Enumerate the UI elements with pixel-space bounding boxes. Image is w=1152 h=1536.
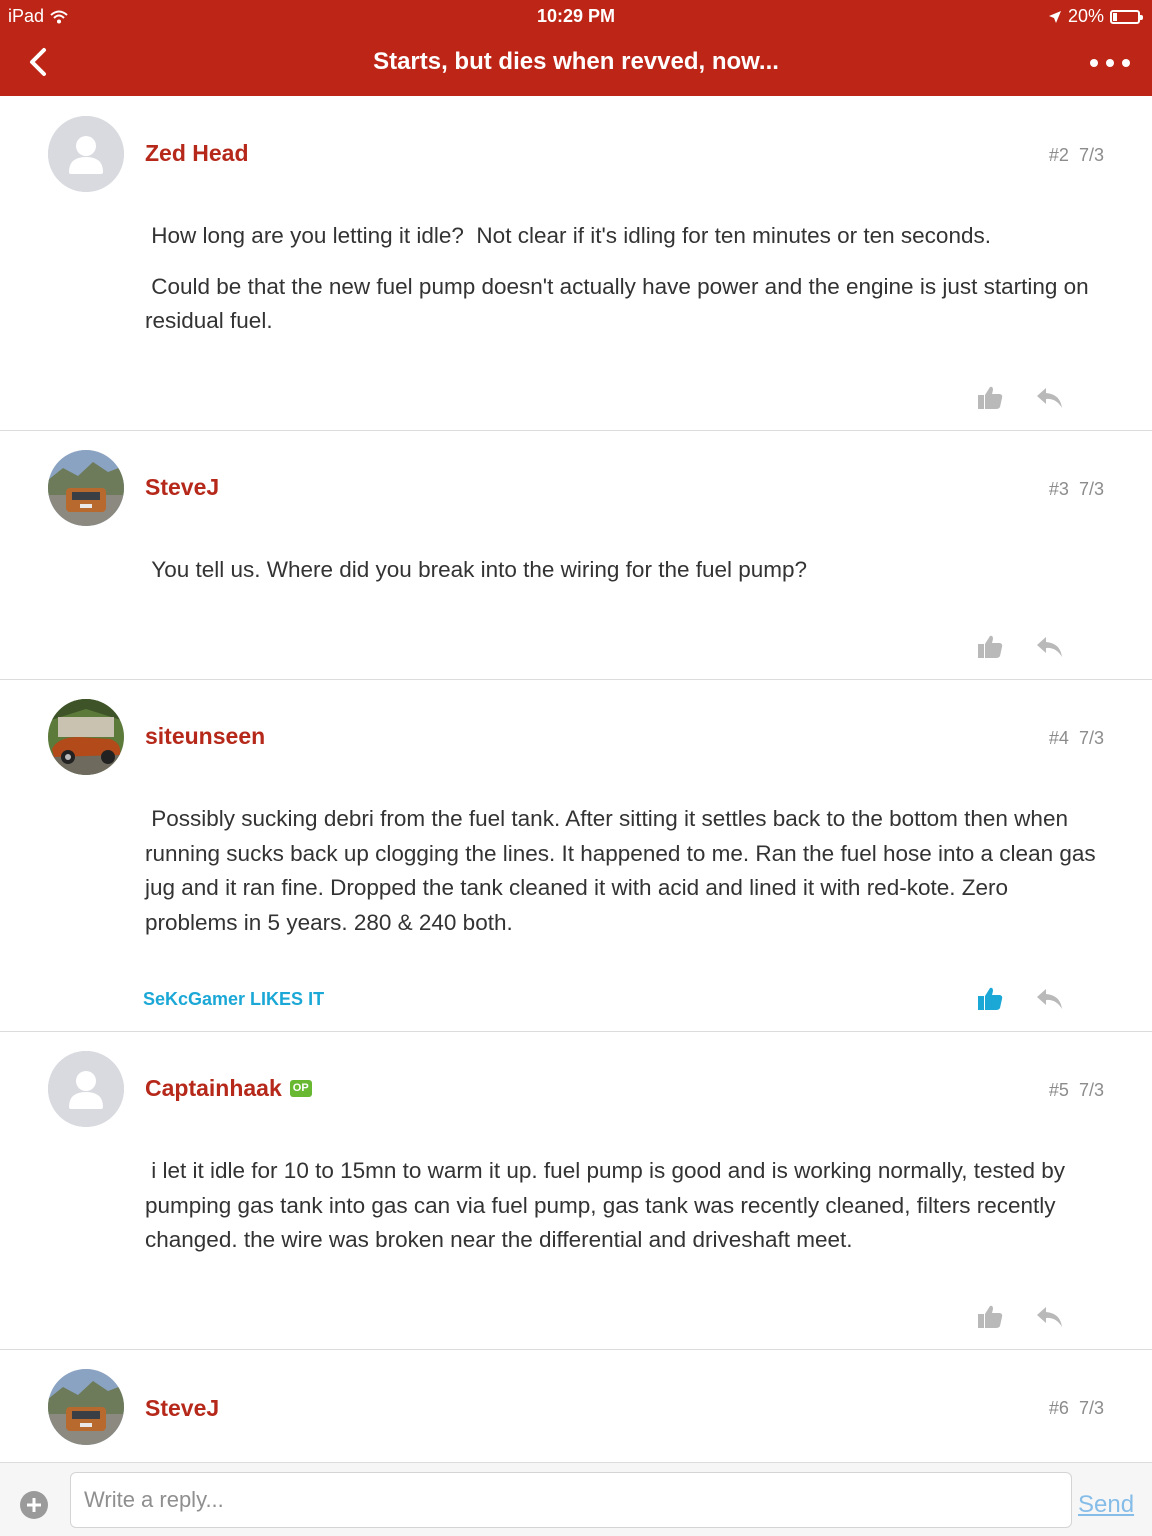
dot-icon: [1106, 59, 1114, 67]
post-body: i let it idle for 10 to 15mn to warm it …: [145, 1154, 1105, 1274]
post-paragraph: How long are you letting it idle? Not cl…: [145, 223, 991, 248]
author-name[interactable]: SteveJ: [145, 1395, 219, 1422]
avatar[interactable]: [48, 116, 124, 192]
user-photo-icon: [48, 450, 124, 526]
reply-arrow-icon: [1037, 388, 1062, 408]
reply-arrow-icon: [1037, 989, 1062, 1009]
likes-summary[interactable]: SeKcGamer LIKES IT: [143, 989, 324, 1010]
post-author[interactable]: siteunseen: [145, 723, 265, 750]
author-name[interactable]: Zed Head: [145, 140, 249, 167]
op-badge: OP: [289, 1080, 312, 1097]
post-meta: #2 7/3: [1049, 145, 1104, 166]
default-user-icon: [48, 116, 124, 192]
post-author[interactable]: SteveJ: [145, 474, 219, 501]
post-paragraph: i let it idle for 10 to 15mn to warm it …: [145, 1158, 1066, 1252]
more-options-button[interactable]: [1090, 48, 1130, 78]
avatar[interactable]: [48, 1051, 124, 1127]
post-paragraph: Possibly sucking debri from the fuel tan…: [145, 806, 1096, 935]
avatar[interactable]: [48, 450, 124, 526]
post-author[interactable]: SteveJ: [145, 1395, 219, 1422]
author-name[interactable]: siteunseen: [145, 723, 265, 750]
post-date: 7/3: [1078, 1080, 1104, 1100]
reply-button[interactable]: [1034, 1303, 1066, 1331]
reply-arrow-icon: [1037, 1307, 1062, 1327]
post-item: SteveJ #3 7/3 You tell us. Where did you…: [0, 431, 1152, 680]
dot-icon: [1122, 59, 1130, 67]
post-number: #2: [1048, 145, 1069, 165]
thumbs-up-icon: [978, 386, 1003, 409]
post-body: How long are you letting it idle? Not cl…: [145, 219, 1105, 355]
reply-arrow-icon: [1037, 637, 1062, 657]
default-user-icon: [48, 1051, 124, 1127]
top-bar: iPad 10:29 PM 20% Starts, but dies when …: [0, 0, 1152, 96]
thumbs-up-icon: [978, 635, 1003, 658]
post-item: Zed Head #2 7/3 How long are you letting…: [0, 97, 1152, 431]
thread-title: Starts, but dies when revved, now...: [373, 48, 779, 75]
post-author[interactable]: Zed Head: [145, 140, 249, 167]
post-meta: #3 7/3: [1049, 479, 1104, 500]
post-date: 7/3: [1078, 1398, 1104, 1418]
send-button[interactable]: Send: [1078, 1491, 1134, 1519]
thumbs-up-icon: [978, 987, 1003, 1010]
battery-icon: [1110, 9, 1143, 24]
attach-button[interactable]: [19, 1490, 49, 1520]
post-meta: #6 7/3: [1049, 1398, 1104, 1419]
avatar[interactable]: [48, 699, 124, 775]
post-number: #4: [1048, 728, 1069, 748]
like-button[interactable]: [974, 384, 1006, 412]
status-time: 10:29 PM: [536, 6, 616, 26]
post-body: Possibly sucking debri from the fuel tan…: [145, 802, 1105, 956]
like-button[interactable]: [974, 633, 1006, 661]
post-item: Captainhaak OP #5 7/3 i let it idle for …: [0, 1032, 1152, 1350]
location-arrow-icon: [1048, 10, 1061, 23]
post-number: #3: [1048, 479, 1069, 499]
post-date: 7/3: [1078, 145, 1104, 165]
post-date: 7/3: [1078, 479, 1104, 499]
battery-percent: 20%: [1067, 6, 1104, 26]
reply-bar: Send: [0, 1462, 1152, 1536]
reply-input[interactable]: [70, 1472, 1072, 1528]
plus-circle-icon: [20, 1491, 48, 1519]
post-paragraph: You tell us. Where did you break into th…: [145, 557, 808, 582]
status-bar: iPad 10:29 PM 20%: [0, 0, 1152, 32]
post-item: siteunseen #4 7/3 Possibly sucking debri…: [0, 680, 1152, 1032]
post-meta: #4 7/3: [1049, 728, 1104, 749]
user-photo-icon: [48, 1369, 124, 1445]
thumbs-up-icon: [978, 1305, 1003, 1328]
status-right: 20%: [1048, 6, 1143, 27]
post-date: 7/3: [1078, 728, 1104, 748]
post-number: #6: [1048, 1398, 1069, 1418]
post-paragraph: Could be that the new fuel pump doesn't …: [145, 273, 1089, 334]
post-item: SteveJ #6 7/3: [0, 1350, 1152, 1462]
post-author[interactable]: Captainhaak OP: [145, 1075, 312, 1102]
author-name[interactable]: Captainhaak: [145, 1075, 282, 1102]
like-button[interactable]: [974, 985, 1006, 1013]
author-name[interactable]: SteveJ: [145, 474, 219, 501]
dot-icon: [1090, 59, 1098, 67]
like-button[interactable]: [974, 1303, 1006, 1331]
post-meta: #5 7/3: [1049, 1080, 1104, 1101]
reply-button[interactable]: [1034, 384, 1066, 412]
reply-button[interactable]: [1034, 633, 1066, 661]
post-body: You tell us. Where did you break into th…: [145, 553, 1105, 604]
reply-button[interactable]: [1034, 985, 1066, 1013]
avatar[interactable]: [48, 1369, 124, 1445]
user-photo-icon: [48, 699, 124, 775]
post-number: #5: [1048, 1080, 1069, 1100]
